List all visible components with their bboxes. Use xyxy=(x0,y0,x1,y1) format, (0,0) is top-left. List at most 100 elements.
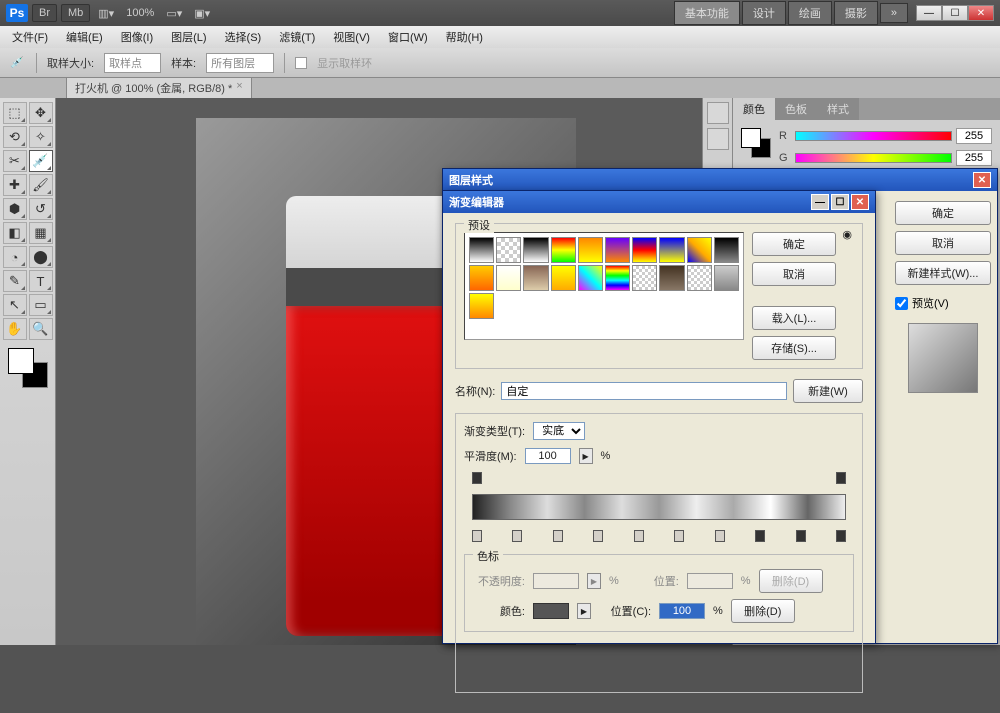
menu-select[interactable]: 选择(S) xyxy=(217,27,270,47)
tb-br[interactable]: Br xyxy=(32,4,57,22)
menu-file[interactable]: 文件(F) xyxy=(4,27,56,47)
move-tool[interactable]: ⬚ xyxy=(3,102,27,124)
ge-ok-button[interactable]: 确定 xyxy=(752,232,836,256)
preset-grid[interactable] xyxy=(464,232,744,340)
preset-swatch[interactable] xyxy=(714,265,739,291)
window-minimize[interactable]: — xyxy=(916,5,942,21)
color-stop[interactable] xyxy=(512,530,522,542)
path-tool[interactable]: ↖ xyxy=(3,294,27,316)
preset-swatch[interactable] xyxy=(523,265,548,291)
lasso-tool[interactable]: ⟲ xyxy=(3,126,27,148)
workspace-design[interactable]: 设计 xyxy=(742,1,786,25)
eyedropper-tool[interactable]: 💉 xyxy=(29,150,53,172)
layer-style-close[interactable]: ✕ xyxy=(973,172,991,188)
preset-swatch[interactable] xyxy=(605,265,630,291)
brush-tool[interactable]: 🖌 xyxy=(29,174,53,196)
menu-image[interactable]: 图像(I) xyxy=(113,27,161,47)
preset-swatch[interactable] xyxy=(659,265,684,291)
preset-swatch[interactable] xyxy=(687,237,712,263)
foreground-color[interactable] xyxy=(8,348,34,374)
zoom-level[interactable]: 100% xyxy=(122,5,158,21)
preset-swatch[interactable] xyxy=(578,265,603,291)
hand-tool[interactable]: ✋ xyxy=(3,318,27,340)
menu-help[interactable]: 帮助(H) xyxy=(438,27,491,47)
workspace-painting[interactable]: 绘画 xyxy=(788,1,832,25)
smooth-stepper[interactable]: ▶ xyxy=(579,448,593,464)
sample-select[interactable]: 所有图层 xyxy=(206,53,274,73)
healing-tool[interactable]: ✚ xyxy=(3,174,27,196)
preset-swatch[interactable] xyxy=(523,237,548,263)
ge-min[interactable]: — xyxy=(811,194,829,210)
workspace-photo[interactable]: 摄影 xyxy=(834,1,878,25)
presets-menu-icon[interactable]: ◉ xyxy=(842,228,852,241)
gradient-bar[interactable] xyxy=(472,494,846,520)
preset-swatch[interactable] xyxy=(551,237,576,263)
delete-color-stop[interactable]: 删除(D) xyxy=(731,599,795,623)
preset-swatch[interactable] xyxy=(469,237,494,263)
preset-swatch[interactable] xyxy=(496,237,521,263)
menu-filter[interactable]: 滤镜(T) xyxy=(271,27,323,47)
opacity-stop[interactable] xyxy=(472,472,482,484)
history-brush-tool[interactable]: ↺ xyxy=(29,198,53,220)
ge-max[interactable]: ☐ xyxy=(831,194,849,210)
type-tool[interactable]: T xyxy=(29,270,53,292)
stamp-tool[interactable]: ⬢ xyxy=(3,198,27,220)
gradient-editor-titlebar[interactable]: 渐变编辑器 — ☐ ✕ xyxy=(443,191,875,213)
blur-tool[interactable]: ◔ xyxy=(3,246,27,268)
preset-swatch[interactable] xyxy=(551,265,576,291)
layer-style-titlebar[interactable]: 图层样式 ✕ xyxy=(443,169,997,191)
styles-tab[interactable]: 样式 xyxy=(817,98,859,120)
preset-swatch[interactable] xyxy=(605,237,630,263)
menu-view[interactable]: 视图(V) xyxy=(325,27,378,47)
color-stop[interactable] xyxy=(755,530,765,542)
preset-swatch[interactable] xyxy=(632,237,657,263)
stop-color-chip[interactable] xyxy=(533,603,569,619)
color-stepper[interactable]: ▶ xyxy=(577,603,591,619)
ge-load-button[interactable]: 载入(L)... xyxy=(752,306,836,330)
grad-type-select[interactable]: 实底 xyxy=(533,422,585,440)
ge-cancel-button[interactable]: 取消 xyxy=(752,262,836,286)
swatches-tab[interactable]: 色板 xyxy=(775,98,817,120)
menu-edit[interactable]: 编辑(E) xyxy=(58,27,111,47)
menu-window[interactable]: 窗口(W) xyxy=(380,27,436,47)
preset-swatch[interactable] xyxy=(659,237,684,263)
color-stop[interactable] xyxy=(674,530,684,542)
arrange-icon[interactable]: ▭▾ xyxy=(162,5,186,22)
dock-icon[interactable] xyxy=(707,102,729,124)
eraser-tool[interactable]: ◧ xyxy=(3,222,27,244)
name-input[interactable] xyxy=(501,382,787,400)
preset-swatch[interactable] xyxy=(469,265,494,291)
color-stop[interactable] xyxy=(836,530,846,542)
new-gradient-button[interactable]: 新建(W) xyxy=(793,379,863,403)
tb-mb[interactable]: Mb xyxy=(61,4,90,22)
preset-swatch[interactable] xyxy=(496,265,521,291)
panel-swatch[interactable] xyxy=(741,128,771,158)
color-swatches[interactable] xyxy=(8,348,48,388)
preset-swatch[interactable] xyxy=(578,237,603,263)
color-stop[interactable] xyxy=(715,530,725,542)
window-close[interactable]: ✕ xyxy=(968,5,994,21)
zoom-tool[interactable]: 🔍 xyxy=(29,318,53,340)
color-stop[interactable] xyxy=(593,530,603,542)
g-slider[interactable] xyxy=(795,153,952,163)
ge-close[interactable]: ✕ xyxy=(851,194,869,210)
smooth-value[interactable]: 100 xyxy=(525,448,571,464)
shape-tool[interactable]: ▭ xyxy=(29,294,53,316)
screenfit-icon[interactable]: ▣▾ xyxy=(190,5,214,22)
color-tab[interactable]: 颜色 xyxy=(733,98,775,120)
r-value[interactable]: 255 xyxy=(956,128,992,144)
screen-mode-icon[interactable]: ▥▾ xyxy=(94,5,118,22)
color-stop[interactable] xyxy=(634,530,644,542)
preset-swatch[interactable] xyxy=(469,293,494,319)
pos2-input[interactable]: 100 xyxy=(659,603,705,619)
workspace-essentials[interactable]: 基本功能 xyxy=(674,1,740,25)
ge-save-button[interactable]: 存储(S)... xyxy=(752,336,836,360)
show-ring-checkbox[interactable] xyxy=(295,57,307,69)
crop-tool[interactable]: ✂ xyxy=(3,150,27,172)
color-stop[interactable] xyxy=(796,530,806,542)
wand-tool[interactable]: ✧ xyxy=(29,126,53,148)
ls-cancel-button[interactable]: 取消 xyxy=(895,231,991,255)
r-slider[interactable] xyxy=(795,131,952,141)
preset-swatch[interactable] xyxy=(687,265,712,291)
sample-size-select[interactable]: 取样点 xyxy=(104,53,161,73)
